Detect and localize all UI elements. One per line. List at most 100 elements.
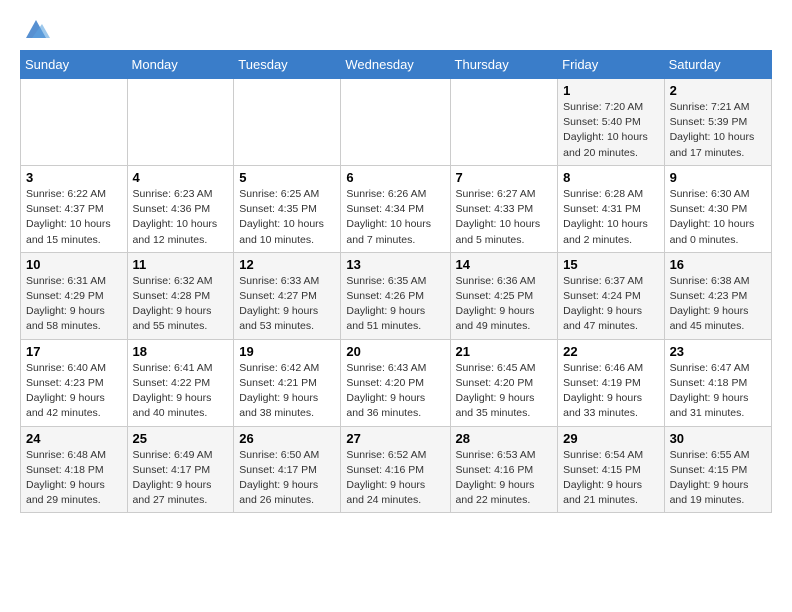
day-number: 28 (456, 431, 553, 446)
calendar-cell: 16 Sunrise: 6:38 AMSunset: 4:23 PMDayligh… (664, 252, 771, 339)
day-info: Sunrise: 6:54 AMSunset: 4:15 PMDaylight:… (563, 448, 658, 509)
day-number: 2 (670, 83, 766, 98)
day-number: 4 (133, 170, 229, 185)
calendar-cell: 24Sunrise: 6:48 AMSunset: 4:18 PMDayligh… (21, 426, 128, 513)
day-number: 8 (563, 170, 658, 185)
calendar-cell: 30 Sunrise: 6:55 AMSunset: 4:15 PMDayligh… (664, 426, 771, 513)
day-number: 3 (26, 170, 122, 185)
day-info: Sunrise: 6:46 AMSunset: 4:19 PMDaylight:… (563, 361, 658, 422)
day-info: Sunrise: 6:32 AMSunset: 4:28 PMDaylight:… (133, 274, 229, 335)
day-number: 25 (133, 431, 229, 446)
day-info: Sunrise: 6:41 AMSunset: 4:22 PMDaylight:… (133, 361, 229, 422)
calendar-cell: 13 Sunrise: 6:35 AMSunset: 4:26 PMDayligh… (341, 252, 450, 339)
calendar-cell: 28 Sunrise: 6:53 AMSunset: 4:16 PMDayligh… (450, 426, 558, 513)
calendar-header-wednesday: Wednesday (341, 51, 450, 79)
calendar-cell: 20Sunrise: 6:43 AMSunset: 4:20 PMDayligh… (341, 339, 450, 426)
calendar-cell (450, 79, 558, 166)
calendar-cell: 9 Sunrise: 6:30 AMSunset: 4:30 PMDaylight… (664, 165, 771, 252)
header (20, 16, 772, 40)
calendar-week-2: 3 Sunrise: 6:22 AMSunset: 4:37 PMDaylight… (21, 165, 772, 252)
day-info: Sunrise: 6:35 AMSunset: 4:26 PMDaylight:… (346, 274, 444, 335)
day-number: 19 (239, 344, 335, 359)
day-info: Sunrise: 6:27 AMSunset: 4:33 PMDaylight:… (456, 187, 553, 248)
day-number: 22 (563, 344, 658, 359)
day-number: 16 (670, 257, 766, 272)
day-info: Sunrise: 6:43 AMSunset: 4:20 PMDaylight:… (346, 361, 444, 422)
day-info: Sunrise: 6:33 AMSunset: 4:27 PMDaylight:… (239, 274, 335, 335)
calendar: SundayMondayTuesdayWednesdayThursdayFrid… (20, 50, 772, 513)
calendar-cell: 18 Sunrise: 6:41 AMSunset: 4:22 PMDayligh… (127, 339, 234, 426)
calendar-cell: 10 Sunrise: 6:31 AMSunset: 4:29 PMDayligh… (21, 252, 128, 339)
day-number: 21 (456, 344, 553, 359)
calendar-cell: 19 Sunrise: 6:42 AMSunset: 4:21 PMDayligh… (234, 339, 341, 426)
calendar-cell: 11 Sunrise: 6:32 AMSunset: 4:28 PMDayligh… (127, 252, 234, 339)
calendar-week-5: 24Sunrise: 6:48 AMSunset: 4:18 PMDayligh… (21, 426, 772, 513)
day-info: Sunrise: 7:20 AMSunset: 5:40 PMDaylight:… (563, 100, 658, 161)
day-info: Sunrise: 6:40 AMSunset: 4:23 PMDaylight:… (26, 361, 122, 422)
calendar-body: 1 Sunrise: 7:20 AMSunset: 5:40 PMDaylight… (21, 79, 772, 513)
calendar-header-sunday: Sunday (21, 51, 128, 79)
day-number: 27 (346, 431, 444, 446)
calendar-cell: 27 Sunrise: 6:52 AMSunset: 4:16 PMDayligh… (341, 426, 450, 513)
calendar-cell: 29 Sunrise: 6:54 AMSunset: 4:15 PMDayligh… (558, 426, 664, 513)
day-info: Sunrise: 6:38 AMSunset: 4:23 PMDaylight:… (670, 274, 766, 335)
day-number: 7 (456, 170, 553, 185)
day-number: 18 (133, 344, 229, 359)
logo-icon (22, 16, 50, 44)
day-info: Sunrise: 6:42 AMSunset: 4:21 PMDaylight:… (239, 361, 335, 422)
day-info: Sunrise: 6:55 AMSunset: 4:15 PMDaylight:… (670, 448, 766, 509)
calendar-header-row: SundayMondayTuesdayWednesdayThursdayFrid… (21, 51, 772, 79)
day-number: 13 (346, 257, 444, 272)
calendar-cell: 6Sunrise: 6:26 AMSunset: 4:34 PMDaylight… (341, 165, 450, 252)
calendar-cell: 3 Sunrise: 6:22 AMSunset: 4:37 PMDaylight… (21, 165, 128, 252)
calendar-cell: 1 Sunrise: 7:20 AMSunset: 5:40 PMDaylight… (558, 79, 664, 166)
calendar-header-thursday: Thursday (450, 51, 558, 79)
day-info: Sunrise: 6:31 AMSunset: 4:29 PMDaylight:… (26, 274, 122, 335)
calendar-cell: 7 Sunrise: 6:27 AMSunset: 4:33 PMDaylight… (450, 165, 558, 252)
day-number: 23 (670, 344, 766, 359)
day-number: 26 (239, 431, 335, 446)
calendar-cell (127, 79, 234, 166)
calendar-cell: 21Sunrise: 6:45 AMSunset: 4:20 PMDayligh… (450, 339, 558, 426)
day-number: 15 (563, 257, 658, 272)
day-info: Sunrise: 6:36 AMSunset: 4:25 PMDaylight:… (456, 274, 553, 335)
day-info: Sunrise: 6:49 AMSunset: 4:17 PMDaylight:… (133, 448, 229, 509)
day-number: 6 (346, 170, 444, 185)
day-number: 10 (26, 257, 122, 272)
calendar-week-1: 1 Sunrise: 7:20 AMSunset: 5:40 PMDaylight… (21, 79, 772, 166)
day-number: 30 (670, 431, 766, 446)
day-number: 12 (239, 257, 335, 272)
logo (20, 16, 50, 40)
day-number: 29 (563, 431, 658, 446)
calendar-cell: 5 Sunrise: 6:25 AMSunset: 4:35 PMDaylight… (234, 165, 341, 252)
day-info: Sunrise: 6:48 AMSunset: 4:18 PMDaylight:… (26, 448, 122, 509)
calendar-cell: 23 Sunrise: 6:47 AMSunset: 4:18 PMDayligh… (664, 339, 771, 426)
day-info: Sunrise: 6:50 AMSunset: 4:17 PMDaylight:… (239, 448, 335, 509)
calendar-header-friday: Friday (558, 51, 664, 79)
calendar-cell: 8Sunrise: 6:28 AMSunset: 4:31 PMDaylight… (558, 165, 664, 252)
day-number: 9 (670, 170, 766, 185)
calendar-header-monday: Monday (127, 51, 234, 79)
day-info: Sunrise: 6:22 AMSunset: 4:37 PMDaylight:… (26, 187, 122, 248)
day-info: Sunrise: 6:53 AMSunset: 4:16 PMDaylight:… (456, 448, 553, 509)
calendar-cell: 14Sunrise: 6:36 AMSunset: 4:25 PMDayligh… (450, 252, 558, 339)
day-info: Sunrise: 6:37 AMSunset: 4:24 PMDaylight:… (563, 274, 658, 335)
day-number: 11 (133, 257, 229, 272)
calendar-cell: 2 Sunrise: 7:21 AMSunset: 5:39 PMDaylight… (664, 79, 771, 166)
day-number: 5 (239, 170, 335, 185)
calendar-cell (21, 79, 128, 166)
calendar-header-tuesday: Tuesday (234, 51, 341, 79)
day-number: 1 (563, 83, 658, 98)
day-info: Sunrise: 6:47 AMSunset: 4:18 PMDaylight:… (670, 361, 766, 422)
day-info: Sunrise: 6:52 AMSunset: 4:16 PMDaylight:… (346, 448, 444, 509)
calendar-week-3: 10 Sunrise: 6:31 AMSunset: 4:29 PMDayligh… (21, 252, 772, 339)
calendar-cell: 26 Sunrise: 6:50 AMSunset: 4:17 PMDayligh… (234, 426, 341, 513)
day-info: Sunrise: 6:30 AMSunset: 4:30 PMDaylight:… (670, 187, 766, 248)
day-info: Sunrise: 7:21 AMSunset: 5:39 PMDaylight:… (670, 100, 766, 161)
calendar-cell (341, 79, 450, 166)
day-info: Sunrise: 6:25 AMSunset: 4:35 PMDaylight:… (239, 187, 335, 248)
calendar-cell: 15 Sunrise: 6:37 AMSunset: 4:24 PMDayligh… (558, 252, 664, 339)
day-info: Sunrise: 6:23 AMSunset: 4:36 PMDaylight:… (133, 187, 229, 248)
calendar-cell: 22 Sunrise: 6:46 AMSunset: 4:19 PMDayligh… (558, 339, 664, 426)
day-number: 17 (26, 344, 122, 359)
